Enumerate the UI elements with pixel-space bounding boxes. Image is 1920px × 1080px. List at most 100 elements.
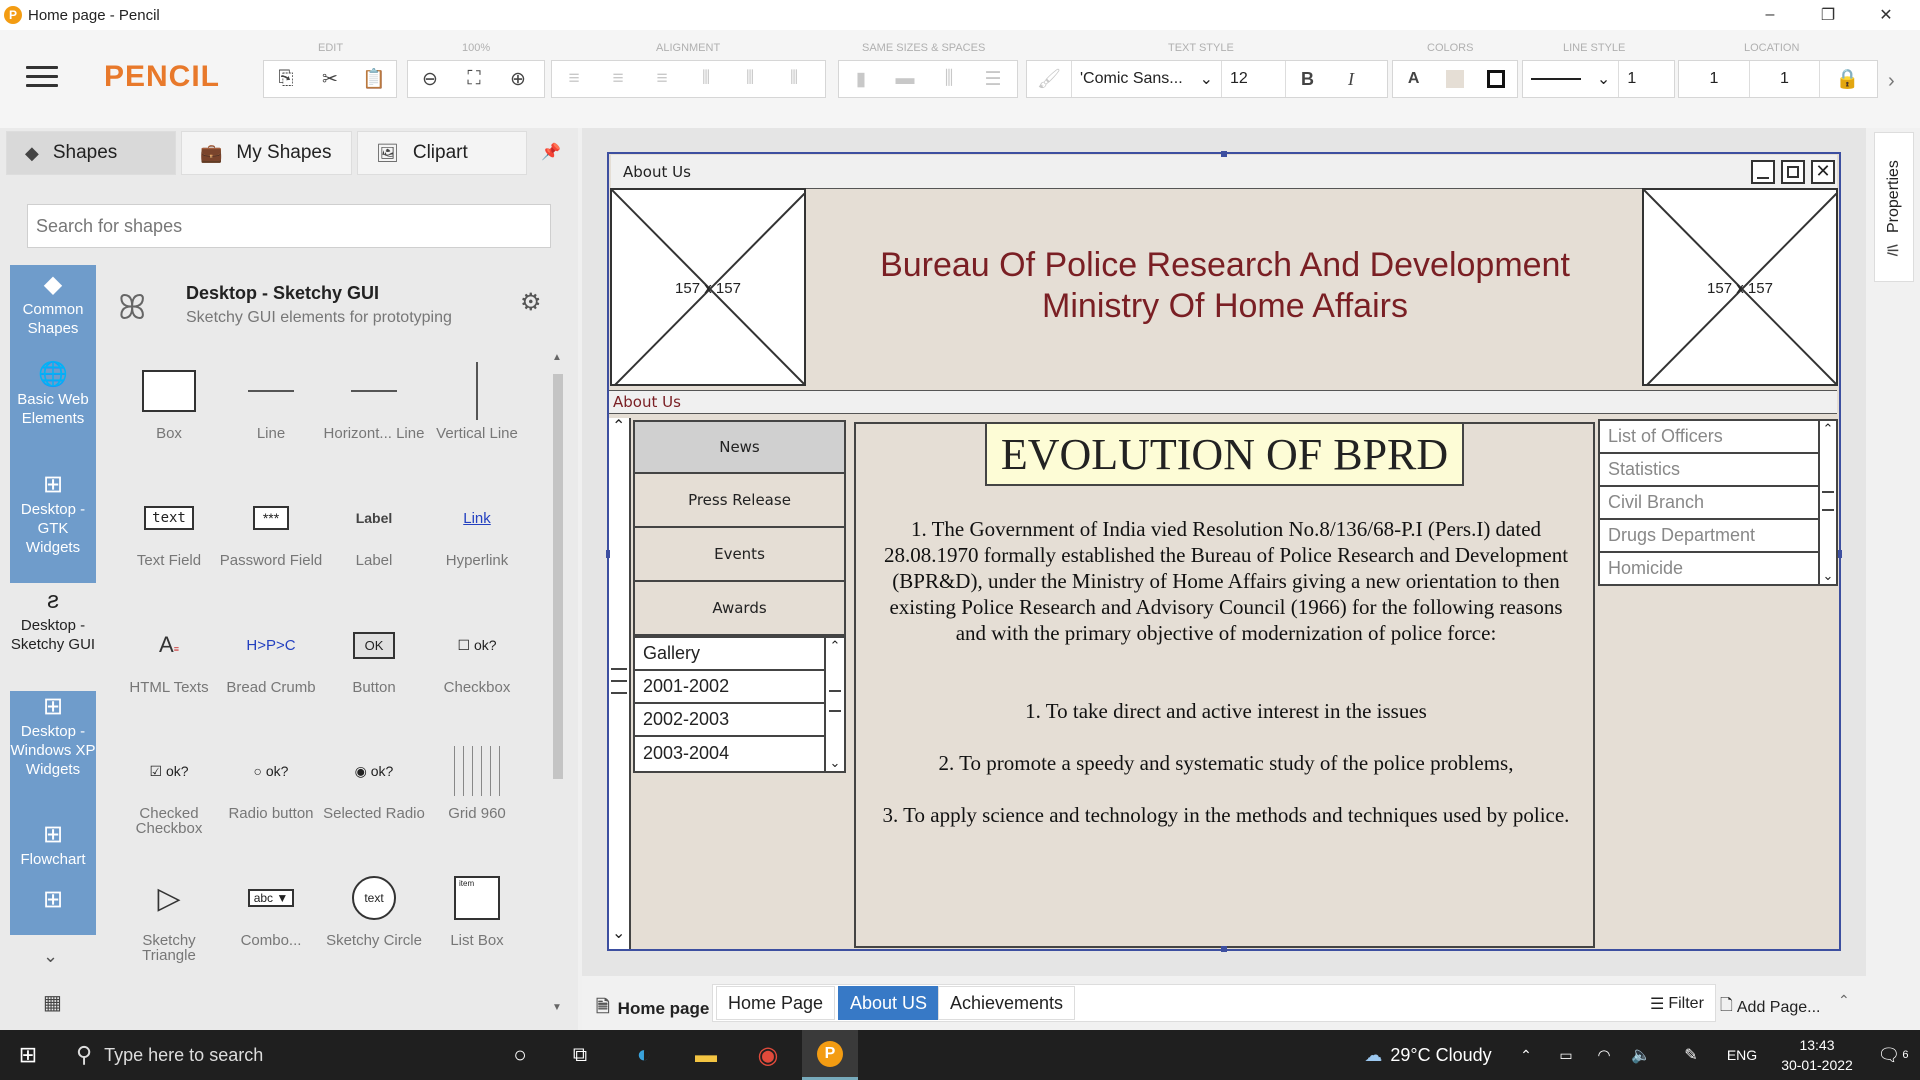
shape-horizontal-line[interactable]: Horizont... Line (322, 356, 426, 441)
chevron-up-icon[interactable]: ⌃ (1514, 1030, 1538, 1080)
shape-breadcrumb[interactable]: H>P>C Bread Crumb (219, 610, 323, 696)
font-size-input[interactable]: 12 (1221, 61, 1285, 97)
tab-clipart[interactable]: 🖼 Clipart (357, 131, 527, 175)
chevron-down-icon[interactable]: ⌄ (43, 946, 58, 967)
chevron-down-icon[interactable]: ⌄ (612, 923, 625, 943)
taskbar-search[interactable]: ⚲ Type here to search (60, 1030, 490, 1080)
shape-password-field[interactable]: *** Password Field (219, 483, 323, 568)
list-item[interactable]: Homicide (1600, 553, 1836, 584)
same-height-icon[interactable]: ▬ (883, 61, 927, 97)
list-item[interactable]: List of Officers (1600, 421, 1836, 454)
scroll-grip[interactable] (829, 690, 841, 712)
list-item[interactable]: Gallery (635, 638, 844, 671)
list-item[interactable]: Drugs Department (1600, 520, 1836, 553)
tab-about-us[interactable]: About US (838, 986, 940, 1020)
chevron-up-icon[interactable]: ⌃ (1838, 992, 1850, 1009)
minimize-button[interactable]: – (1741, 0, 1799, 30)
gear-icon[interactable]: ⚙ (520, 288, 542, 317)
same-width-icon[interactable]: ▮ (839, 61, 883, 97)
task-view-icon[interactable]: ⧉ (556, 1030, 604, 1080)
close-button[interactable]: ✕ (1857, 0, 1915, 30)
copy-icon[interactable]: ⎘ (264, 61, 308, 97)
root-page[interactable]: 🗎 Home page (596, 994, 709, 1023)
shape-button[interactable]: OK Button (322, 610, 426, 695)
shape-label[interactable]: Label Label (322, 483, 426, 568)
right-list-scrollbar[interactable]: ⌃ ⌄ (1818, 421, 1836, 584)
selection-handle[interactable] (1221, 946, 1227, 952)
selection-handle[interactable] (1221, 151, 1227, 157)
category-more[interactable]: ⊞ (10, 888, 96, 930)
apps-grid-icon[interactable]: ▦ (43, 990, 62, 1015)
same-v-space-icon[interactable]: ☰ (971, 61, 1015, 97)
lock-icon[interactable]: 🔒 (1819, 61, 1875, 97)
fill-color-button[interactable] (1434, 61, 1475, 97)
weather-widget[interactable]: ☁ 29°C Cloudy (1348, 1030, 1508, 1080)
category-common-shapes[interactable]: ◆ Common Shapes (10, 273, 96, 355)
align-center-icon[interactable]: ≡ (596, 61, 640, 97)
shape-hyperlink[interactable]: Link Hyperlink (425, 483, 529, 569)
category-flowchart[interactable]: ⊞ Flowchart (10, 823, 96, 885)
menu-item-events[interactable]: Events (633, 528, 846, 582)
chevron-down-icon[interactable]: ⌄ (1820, 568, 1836, 584)
pencil-taskbar-icon[interactable]: P (802, 1030, 858, 1080)
shape-radio-button[interactable]: ○ ok? Radio button (219, 736, 323, 821)
menu-item-news[interactable]: News (633, 420, 846, 474)
paste-icon[interactable]: 📋 (352, 61, 396, 97)
mockup-minimize-icon[interactable] (1751, 160, 1775, 184)
scroll-thumb[interactable] (553, 374, 563, 779)
align-left-icon[interactable]: ≡ (552, 61, 596, 97)
align-middle-icon[interactable]: ⦀ (728, 61, 772, 97)
list-item[interactable]: Statistics (1600, 454, 1836, 487)
format-painter-icon[interactable]: 🖌 (1027, 61, 1071, 97)
shape-checkbox[interactable]: ☐ ok? Checkbox (425, 610, 529, 696)
line-style-select[interactable]: ⌄ (1523, 61, 1618, 97)
mockup-close-icon[interactable]: ✕ (1811, 160, 1835, 184)
tab-home-page[interactable]: Home Page (716, 986, 836, 1020)
menu-item-press-release[interactable]: Press Release (633, 474, 846, 528)
shapes-scrollbar[interactable]: ▲ ▼ (552, 352, 564, 1013)
shape-sketchy-triangle[interactable]: ▷ Sketchy Triangle (117, 863, 221, 964)
tab-achievements[interactable]: Achievements (938, 986, 1076, 1020)
shape-box[interactable]: Box (117, 356, 221, 441)
align-top-icon[interactable]: ⦀ (684, 61, 728, 97)
restore-button[interactable]: ❐ (1799, 0, 1857, 30)
shape-html-texts[interactable]: A≡ HTML Texts (117, 610, 221, 695)
zoom-in-icon[interactable]: ⊕ (496, 61, 540, 97)
list-item[interactable]: 2003-2004 (635, 737, 844, 770)
location-x-input[interactable]: 1 (1679, 61, 1749, 97)
list-item[interactable]: 2001-2002 (635, 671, 844, 704)
tab-my-shapes[interactable]: 💼 My Shapes (181, 131, 352, 175)
bold-button[interactable]: B (1285, 61, 1329, 97)
battery-icon[interactable]: ▭ (1552, 1030, 1580, 1080)
cut-icon[interactable]: ✂ (308, 61, 352, 97)
edge-icon[interactable]: ◐ (616, 1030, 672, 1080)
selection-handle[interactable] (1838, 550, 1842, 558)
category-sketchy-gui[interactable]: ƨ Desktop - Sketchy GUI (10, 583, 96, 691)
shape-selected-radio[interactable]: ◉ ok? Selected Radio (322, 736, 426, 822)
stroke-color-button[interactable] (1476, 61, 1517, 97)
mockup-maximize-icon[interactable] (1781, 160, 1805, 184)
volume-icon[interactable]: 🔈 (1626, 1030, 1656, 1080)
same-h-space-icon[interactable]: ⫼ (927, 61, 971, 97)
chevron-up-icon[interactable]: ⌃ (612, 416, 625, 436)
menu-icon[interactable] (26, 66, 58, 93)
menu-item-awards[interactable]: Awards (633, 582, 846, 636)
shape-checked-checkbox[interactable]: ☑ ok? Checked Checkbox (117, 736, 221, 837)
cortana-icon[interactable]: ○ (496, 1030, 544, 1080)
chevron-up-icon[interactable]: ⌃ (1820, 421, 1836, 437)
location-y-input[interactable]: 1 (1749, 61, 1819, 97)
selection-handle[interactable] (606, 550, 610, 558)
category-windows-xp[interactable]: ⊞ Desktop - Windows XP Widgets (10, 695, 96, 817)
language-indicator[interactable]: ENG (1720, 1030, 1764, 1080)
align-bottom-icon[interactable]: ⦀ (772, 61, 816, 97)
fit-icon[interactable]: ⛶ (452, 61, 496, 97)
clock[interactable]: 13:43 30-01-2022 (1770, 1030, 1864, 1080)
toolbar-more-icon[interactable]: › (1888, 70, 1895, 93)
notification-icon[interactable]: 🗨 6 (1870, 1030, 1916, 1080)
chevron-down-icon[interactable]: ⌄ (826, 755, 844, 771)
category-gtk[interactable]: ⊞ Desktop - GTK Widgets (10, 473, 96, 575)
list-item[interactable]: 2002-2003 (635, 704, 844, 737)
scroll-grip[interactable] (611, 668, 627, 694)
filter-button[interactable]: ☰ Filter (1650, 994, 1704, 1014)
search-input[interactable]: Search for shapes (27, 204, 551, 248)
